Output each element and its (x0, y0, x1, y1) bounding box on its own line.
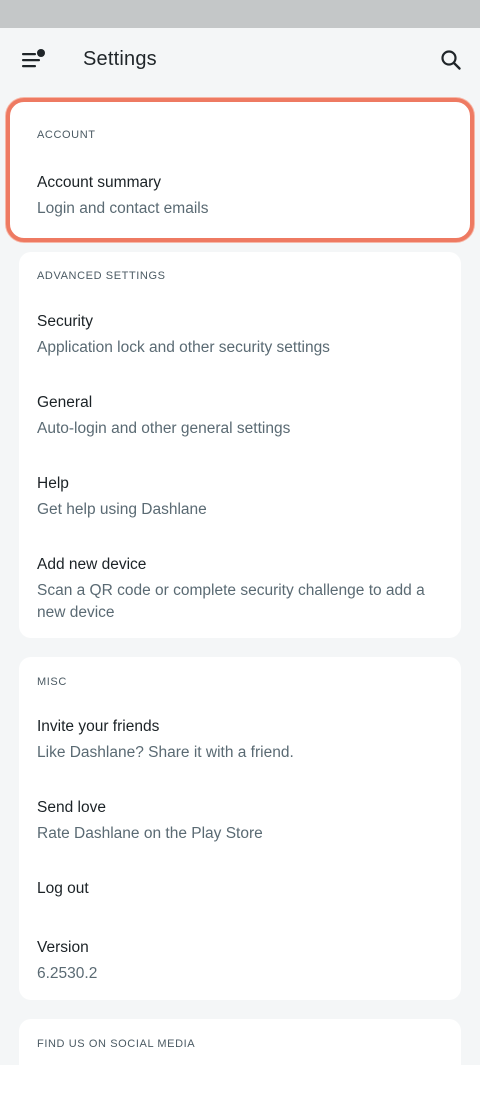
item-title: Version (37, 939, 89, 956)
item-subtitle: Login and contact emails (37, 200, 209, 217)
section-header-social: FIND US ON SOCIAL MEDIA (37, 1038, 196, 1050)
item-title: General (37, 394, 93, 411)
general-item[interactable]: General Auto-login and other general set… (37, 392, 441, 440)
bottom-area (0, 1065, 480, 1120)
item-title: Account summary (37, 174, 162, 191)
menu-button[interactable] (14, 42, 52, 78)
app-bar: Settings (0, 28, 480, 92)
send-love-item[interactable]: Send love Rate Dashlane on the Play Stor… (37, 797, 441, 845)
section-header-account: ACCOUNT (37, 129, 96, 141)
advanced-settings-card: ADVANCED SETTINGS Security Application l… (19, 252, 461, 638)
search-icon (441, 50, 461, 70)
item-title: Invite your friends (37, 718, 160, 735)
misc-card: MISC Invite your friends Like Dashlane? … (19, 657, 461, 1000)
version-item: Version 6.2530.2 (37, 937, 441, 985)
item-subtitle: Auto-login and other general settings (37, 420, 291, 437)
add-new-device-item[interactable]: Add new device Scan a QR code or complet… (37, 554, 441, 624)
item-title: Add new device (37, 556, 147, 573)
item-subtitle: Get help using Dashlane (37, 501, 207, 518)
item-title: Help (37, 475, 69, 492)
invite-friends-item[interactable]: Invite your friends Like Dashlane? Share… (37, 716, 441, 764)
help-item[interactable]: Help Get help using Dashlane (37, 473, 441, 521)
menu-with-dot-icon (22, 49, 45, 68)
log-out-item[interactable]: Log out (37, 878, 441, 900)
section-header-misc: MISC (37, 676, 67, 688)
version-number: 6.2530.2 (37, 965, 98, 982)
item-subtitle-line-2: new device (37, 604, 115, 621)
account-summary-item[interactable]: Account summary Login and contact emails (37, 172, 450, 220)
item-title: Log out (37, 880, 89, 897)
item-subtitle-line-1: Scan a QR code or complete security chal… (37, 582, 425, 599)
status-bar (0, 0, 480, 28)
search-button[interactable] (432, 42, 470, 78)
page-title: Settings (83, 48, 157, 70)
item-title: Send love (37, 799, 106, 816)
security-item[interactable]: Security Application lock and other secu… (37, 311, 441, 359)
settings-screen: Settings ACCOUNT Account summary Login a… (0, 28, 480, 1065)
social-media-card: FIND US ON SOCIAL MEDIA (19, 1019, 461, 1065)
item-title: Security (37, 313, 93, 330)
account-card: ACCOUNT Account summary Login and contac… (6, 98, 474, 242)
section-header-advanced: ADVANCED SETTINGS (37, 270, 166, 282)
item-subtitle: Application lock and other security sett… (37, 339, 330, 356)
item-subtitle: Rate Dashlane on the Play Store (37, 825, 263, 842)
item-subtitle: Like Dashlane? Share it with a friend. (37, 744, 294, 761)
